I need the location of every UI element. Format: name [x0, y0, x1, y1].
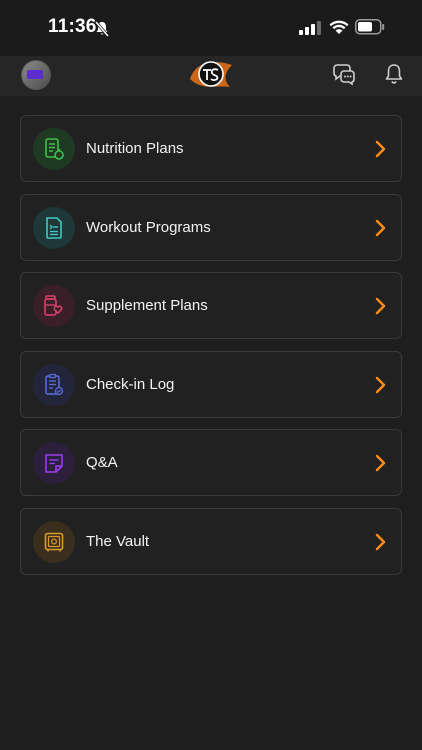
cellular-signal-icon: [299, 21, 321, 35]
menu-item-workout-programs[interactable]: Workout Programs: [20, 193, 402, 261]
menu-item-supplement-plans[interactable]: Supplement Plans: [20, 272, 402, 339]
status-time: 11:36: [48, 16, 97, 37]
menu-item-label: Workout Programs: [86, 218, 211, 236]
status-bar: 11:36: [0, 0, 422, 56]
wifi-icon: [329, 20, 349, 34]
menu-item-label: Check-in Log: [86, 375, 175, 393]
icon-background: [33, 363, 75, 406]
chat-bubbles-icon[interactable]: [332, 62, 356, 86]
menu-item-label: Q&A: [86, 454, 118, 471]
chevron-right-icon: [375, 297, 386, 315]
menu-item-the-vault[interactable]: The Vault: [20, 507, 402, 575]
bell-slash-icon: [95, 21, 109, 37]
checklist-icon: [45, 373, 64, 395]
menu-item-label: Nutrition Plans: [86, 140, 184, 157]
nutrition-icon: [45, 138, 64, 160]
icon-background: [33, 206, 75, 249]
chevron-right-icon: [375, 140, 386, 158]
menu-item-label: The Vault: [86, 532, 150, 550]
avatar-image: [27, 70, 43, 79]
chevron-right-icon: [375, 454, 386, 472]
icon-background: [33, 520, 75, 563]
note-icon: [45, 454, 63, 473]
icon-background: [33, 128, 75, 170]
chevron-right-icon: [375, 533, 386, 550]
avatar[interactable]: [21, 60, 51, 90]
icon-background: [33, 442, 75, 484]
supplement-icon: [44, 295, 63, 316]
menu-item-check-in-log[interactable]: Check-in Log: [20, 350, 402, 418]
menu-item-label: Supplement Plans: [86, 297, 208, 314]
icon-background: [33, 285, 75, 327]
bell-icon[interactable]: [384, 63, 404, 85]
workout-program-icon: [46, 216, 62, 239]
chevron-right-icon: [375, 376, 386, 393]
app-logo: [190, 61, 232, 87]
vault-icon: [44, 532, 64, 551]
chevron-right-icon: [375, 219, 386, 236]
menu-item-nutrition-plans[interactable]: Nutrition Plans: [20, 115, 402, 182]
menu-item-q-and-a[interactable]: Q&A: [20, 429, 402, 496]
battery-icon: [355, 19, 385, 35]
menu-list: Nutrition Plans Workout Programs Supplem…: [20, 115, 402, 586]
